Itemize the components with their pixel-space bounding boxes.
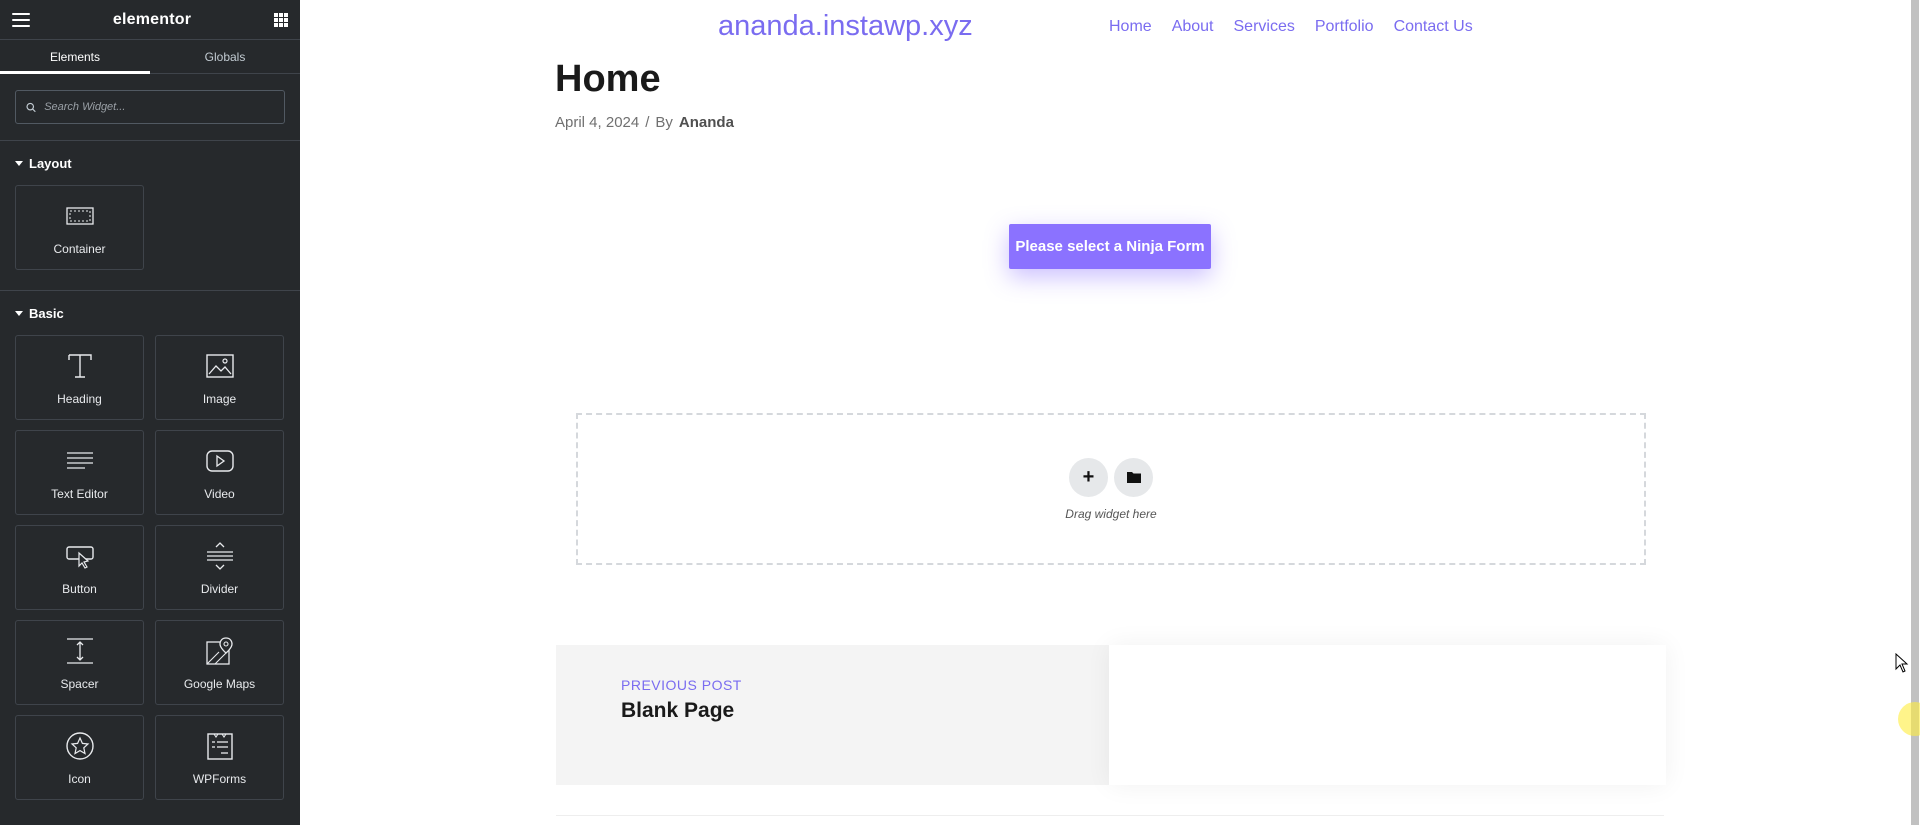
nav-link-services[interactable]: Services — [1234, 18, 1295, 36]
select-ninja-form-button[interactable]: Please select a Ninja Form — [1009, 224, 1211, 269]
page-title: Home — [555, 58, 661, 100]
search-section — [0, 74, 300, 141]
caret-down-icon — [15, 310, 23, 316]
video-icon — [204, 445, 236, 477]
widget-label: Icon — [68, 771, 91, 786]
caret-down-icon — [15, 160, 23, 166]
text-editor-icon — [64, 445, 96, 477]
widget-container[interactable]: Container — [15, 185, 144, 270]
container-icon — [64, 200, 96, 232]
click-highlight — [1898, 702, 1920, 736]
panel-header: elementor — [0, 0, 300, 40]
folder-icon — [1126, 472, 1141, 483]
panel-tabs: Elements Globals — [0, 40, 300, 74]
mouse-cursor-icon — [1895, 653, 1909, 673]
nav-link-about[interactable]: About — [1172, 18, 1214, 36]
button-icon — [64, 540, 96, 572]
add-section-button[interactable]: + — [1069, 457, 1108, 497]
nav-link-portfolio[interactable]: Portfolio — [1315, 18, 1374, 36]
widget-heading[interactable]: Heading — [15, 335, 144, 420]
elementor-logo: elementor — [112, 10, 192, 28]
divider-icon — [204, 540, 236, 572]
image-icon — [204, 350, 236, 382]
nav-link-contact-us[interactable]: Contact Us — [1394, 18, 1473, 36]
widget-label: Button — [62, 581, 97, 596]
widget-label: Container — [53, 241, 106, 256]
wpforms-icon — [204, 730, 236, 762]
tab-globals[interactable]: Globals — [150, 40, 300, 73]
category-basic-label: Basic — [29, 305, 64, 321]
search-icon — [26, 102, 36, 112]
previous-post-title[interactable]: Blank Page — [621, 699, 1109, 723]
spacer-icon — [64, 635, 96, 667]
widget-label: Divider — [200, 581, 239, 596]
widget-google-maps[interactable]: Google Maps — [155, 620, 284, 705]
widget-divider[interactable]: Divider — [155, 525, 284, 610]
widget-image[interactable]: Image — [155, 335, 284, 420]
site-nav: Home About Services Portfolio Contact Us — [1109, 18, 1473, 36]
heading-icon — [64, 350, 96, 382]
category-layout-label: Layout — [29, 155, 72, 171]
widget-label: Heading — [57, 391, 102, 406]
widget-label: WPForms — [192, 771, 247, 786]
widget-label: Image — [202, 391, 237, 406]
plus-icon: + — [1082, 465, 1095, 488]
widget-wpforms[interactable]: WPForms — [155, 715, 284, 800]
add-template-button[interactable] — [1114, 457, 1153, 497]
star-icon — [64, 730, 96, 762]
widget-video[interactable]: Video — [155, 430, 284, 515]
post-meta: April 4, 2024 / By Ananda — [555, 114, 734, 131]
divider — [556, 815, 1664, 816]
search-box — [15, 90, 285, 124]
post-author[interactable]: Ananda — [679, 114, 734, 131]
by-label: By — [655, 114, 673, 131]
widget-label: Google Maps — [183, 676, 256, 691]
previous-post-label: PREVIOUS POST — [621, 677, 742, 693]
elementor-panel: elementor Elements Globals Layout Contai… — [0, 0, 300, 825]
widgets-grid-icon[interactable] — [274, 12, 288, 27]
widget-label: Spacer — [60, 676, 99, 691]
tab-elements[interactable]: Elements — [0, 40, 150, 74]
widget-button[interactable]: Button — [15, 525, 144, 610]
next-post-card — [1109, 645, 1666, 785]
widget-dropzone[interactable]: + Drag widget here — [576, 413, 1646, 565]
dropzone-hint: Drag widget here — [1065, 506, 1157, 521]
widget-spacer[interactable]: Spacer — [15, 620, 144, 705]
category-layout-title[interactable]: Layout — [0, 141, 300, 185]
category-basic-title[interactable]: Basic — [0, 291, 300, 335]
widget-text-editor[interactable]: Text Editor — [15, 430, 144, 515]
nav-link-home[interactable]: Home — [1109, 18, 1152, 36]
post-date: April 4, 2024 — [555, 114, 640, 131]
menu-icon[interactable] — [12, 12, 30, 27]
category-basic: Basic Heading Image Text Editor Video Bu… — [0, 291, 300, 820]
category-layout: Layout Container — [0, 141, 300, 291]
widget-icon[interactable]: Icon — [15, 715, 144, 800]
editor-preview: ananda.instawp.xyz Home About Services P… — [300, 0, 1920, 825]
widget-label: Text Editor — [51, 486, 108, 501]
previous-post-card[interactable]: PREVIOUS POST Blank Page — [556, 645, 1109, 785]
post-navigation: PREVIOUS POST Blank Page — [556, 645, 1666, 785]
site-title[interactable]: ananda.instawp.xyz — [718, 10, 973, 43]
meta-separator: / — [645, 114, 650, 131]
widget-label: Video — [204, 486, 235, 501]
site-header: ananda.instawp.xyz Home About Services P… — [300, 0, 1920, 56]
search-widget-input[interactable] — [44, 101, 274, 113]
google-maps-icon — [204, 635, 236, 667]
